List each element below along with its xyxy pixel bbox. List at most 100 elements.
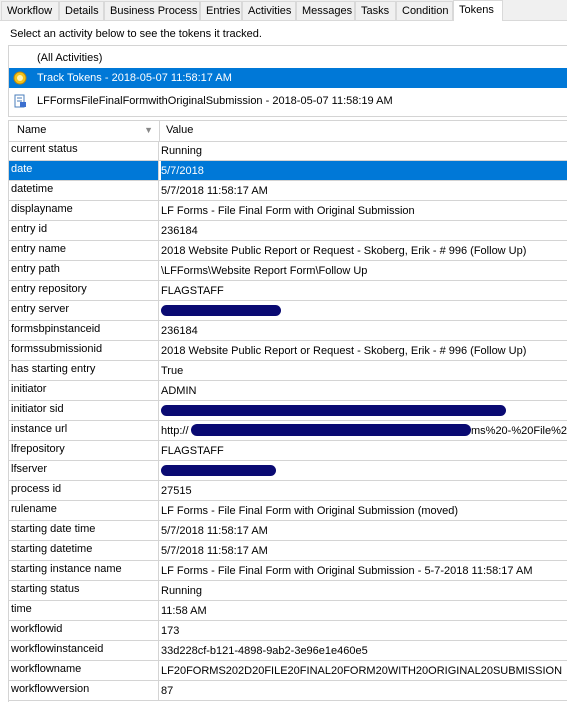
- activity-list[interactable]: (All Activities) Track Tokens - 2018-05-…: [8, 45, 567, 117]
- table-row[interactable]: initiator sid: [9, 401, 567, 421]
- table-row[interactable]: entry path \LFForms\Website Report Form\F…: [9, 261, 567, 281]
- instruction-text: Select an activity below to see the toke…: [10, 28, 262, 40]
- token-name-cell: formsbpinstanceid: [9, 321, 159, 340]
- table-row[interactable]: datetime 5/7/2018 11:58:17 AM: [9, 181, 567, 201]
- table-row[interactable]: lfserver: [9, 461, 567, 481]
- tab-entries[interactable]: Entries: [200, 1, 242, 20]
- token-name-cell: initiator sid: [9, 401, 159, 420]
- token-name-cell: starting instance name: [9, 561, 159, 580]
- token-name-cell: workflowname: [9, 661, 159, 680]
- table-row[interactable]: current status Running: [9, 141, 567, 161]
- token-name-cell: entry server: [9, 301, 159, 320]
- token-value-cell: 173: [161, 621, 179, 640]
- table-row[interactable]: starting datetime 5/7/2018 11:58:17 AM: [9, 541, 567, 561]
- token-name-cell: starting datetime: [9, 541, 159, 560]
- token-name-cell: starting status: [9, 581, 159, 600]
- token-name-cell: datetime: [9, 181, 159, 200]
- token-name-cell: entry name: [9, 241, 159, 260]
- token-value-cell: Running: [161, 141, 202, 160]
- name-column-header[interactable]: Name ▼: [9, 121, 160, 141]
- token-name-cell: process id: [9, 481, 159, 500]
- tab-condition[interactable]: Condition: [396, 1, 453, 20]
- file-form-icon: [14, 94, 26, 108]
- token-name-cell: starting date time: [9, 521, 159, 540]
- table-row[interactable]: workflowversion 87: [9, 681, 567, 701]
- token-value-cell: 2018 Website Public Report or Request - …: [161, 341, 526, 360]
- token-name-cell: workflowinstanceid: [9, 641, 159, 660]
- token-value-text: 87: [161, 685, 174, 697]
- token-value-text: 27515: [161, 485, 192, 497]
- token-value-text: 11:58 AM: [161, 605, 207, 617]
- table-row[interactable]: rulename LF Forms - File Final Form with …: [9, 501, 567, 521]
- table-row[interactable]: process id 27515: [9, 481, 567, 501]
- token-name-cell: instance url: [9, 421, 159, 440]
- tab-tokens[interactable]: Tokens: [453, 0, 503, 21]
- token-value-text: 2018 Website Public Report or Request - …: [161, 245, 527, 257]
- table-row[interactable]: has starting entry True: [9, 361, 567, 381]
- token-value-cell: ADMIN: [161, 381, 196, 400]
- table-row[interactable]: date 5/7/2018: [9, 161, 567, 181]
- token-name-cell: workflowversion: [9, 681, 159, 700]
- token-value-text: 33d228cf-b121-4898-9ab2-3e96e1e460e5: [161, 645, 368, 657]
- token-name-cell: rulename: [9, 501, 159, 520]
- table-row[interactable]: workflowinstanceid 33d228cf-b121-4898-9ab…: [9, 641, 567, 661]
- token-name-cell: entry repository: [9, 281, 159, 300]
- table-row[interactable]: workflowid 173: [9, 621, 567, 641]
- token-value-cell: 5/7/2018 11:58:17 AM: [161, 181, 268, 200]
- token-grid[interactable]: Name ▼ Value current status Running date 5/…: [8, 120, 567, 702]
- table-row[interactable]: time 11:58 AM: [9, 601, 567, 621]
- table-row[interactable]: formssubmissionid 2018 Website Public Rep…: [9, 341, 567, 361]
- token-value-cell: 236184: [161, 321, 198, 340]
- token-name-cell: displayname: [9, 201, 159, 220]
- activity-item-track-tokens[interactable]: Track Tokens - 2018-05-07 11:58:17 AM: [9, 68, 567, 88]
- token-name-cell: entry id: [9, 221, 159, 240]
- value-column-header[interactable]: Value: [166, 124, 193, 136]
- tab-messages[interactable]: Messages: [296, 1, 355, 20]
- tab-activities[interactable]: Activities: [242, 1, 296, 20]
- token-value-text: ADMIN: [161, 385, 197, 397]
- activity-item-file-form[interactable]: LFFormsFileFinalFormwithOriginalSubmissi…: [9, 91, 567, 111]
- token-value-cell: FLAGSTAFF: [161, 281, 224, 300]
- token-name-cell: lfserver: [9, 461, 159, 480]
- table-row[interactable]: entry repository FLAGSTAFF: [9, 281, 567, 301]
- table-row[interactable]: starting instance name LF Forms - File Fi…: [9, 561, 567, 581]
- table-row[interactable]: formsbpinstanceid 236184: [9, 321, 567, 341]
- token-value-text: 236184: [161, 325, 198, 337]
- tab-business-process[interactable]: Business Process: [104, 1, 200, 20]
- token-value-cell: 5/7/2018: [161, 161, 567, 180]
- activity-label: (All Activities): [37, 52, 103, 64]
- table-row[interactable]: instance urlhttp:// ms%20-%20File%20F: [9, 421, 567, 441]
- token-value-text: Running: [161, 145, 202, 157]
- token-value-cell: 11:58 AM: [161, 601, 207, 620]
- token-value-text: LF20FORMS202D20FILE20FINAL20FORM20WITH20…: [161, 665, 563, 677]
- token-name-cell: has starting entry: [9, 361, 159, 380]
- table-row[interactable]: entry server: [9, 301, 567, 321]
- table-row[interactable]: starting status Running: [9, 581, 567, 601]
- tab-tasks[interactable]: Tasks: [355, 1, 396, 20]
- sort-arrow-icon: ▼: [144, 125, 153, 135]
- table-row[interactable]: entry id 236184: [9, 221, 567, 241]
- token-value-cell: LF Forms - File Final Form with Original…: [161, 561, 532, 580]
- token-name-cell: formssubmissionid: [9, 341, 159, 360]
- tab-details[interactable]: Details: [59, 1, 104, 20]
- table-row[interactable]: entry name 2018 Website Public Report or …: [9, 241, 567, 261]
- token-value-cell: 87: [161, 681, 173, 700]
- token-value-text: 5/7/2018: [161, 165, 204, 177]
- token-value-cell: 236184: [161, 221, 198, 240]
- table-row[interactable]: workflowname LF20FORMS202D20FILE20FINAL20…: [9, 661, 567, 681]
- token-name-cell: time: [9, 601, 159, 620]
- token-value-suffix: ms%20-%20File%20F: [471, 425, 567, 437]
- token-value-cell: FLAGSTAFF: [161, 441, 224, 460]
- table-row[interactable]: initiator ADMIN: [9, 381, 567, 401]
- table-row[interactable]: starting date time 5/7/2018 11:58:17 AM: [9, 521, 567, 541]
- token-value-text: 5/7/2018 11:58:17 AM: [161, 545, 268, 557]
- redaction-mark: [191, 424, 471, 436]
- table-row[interactable]: displayname LF Forms - File Final Form wi…: [9, 201, 567, 221]
- token-name-cell: current status: [9, 141, 159, 160]
- activity-item-all[interactable]: (All Activities): [9, 48, 567, 68]
- tab-workflow[interactable]: Workflow: [1, 1, 59, 20]
- redaction-mark: [161, 305, 281, 316]
- token-value-cell: LF Forms - File Final Form with Original…: [161, 501, 458, 520]
- token-value-cell: \LFForms\Website Report Form\Follow Up: [161, 261, 367, 280]
- table-row[interactable]: lfrepository FLAGSTAFF: [9, 441, 567, 461]
